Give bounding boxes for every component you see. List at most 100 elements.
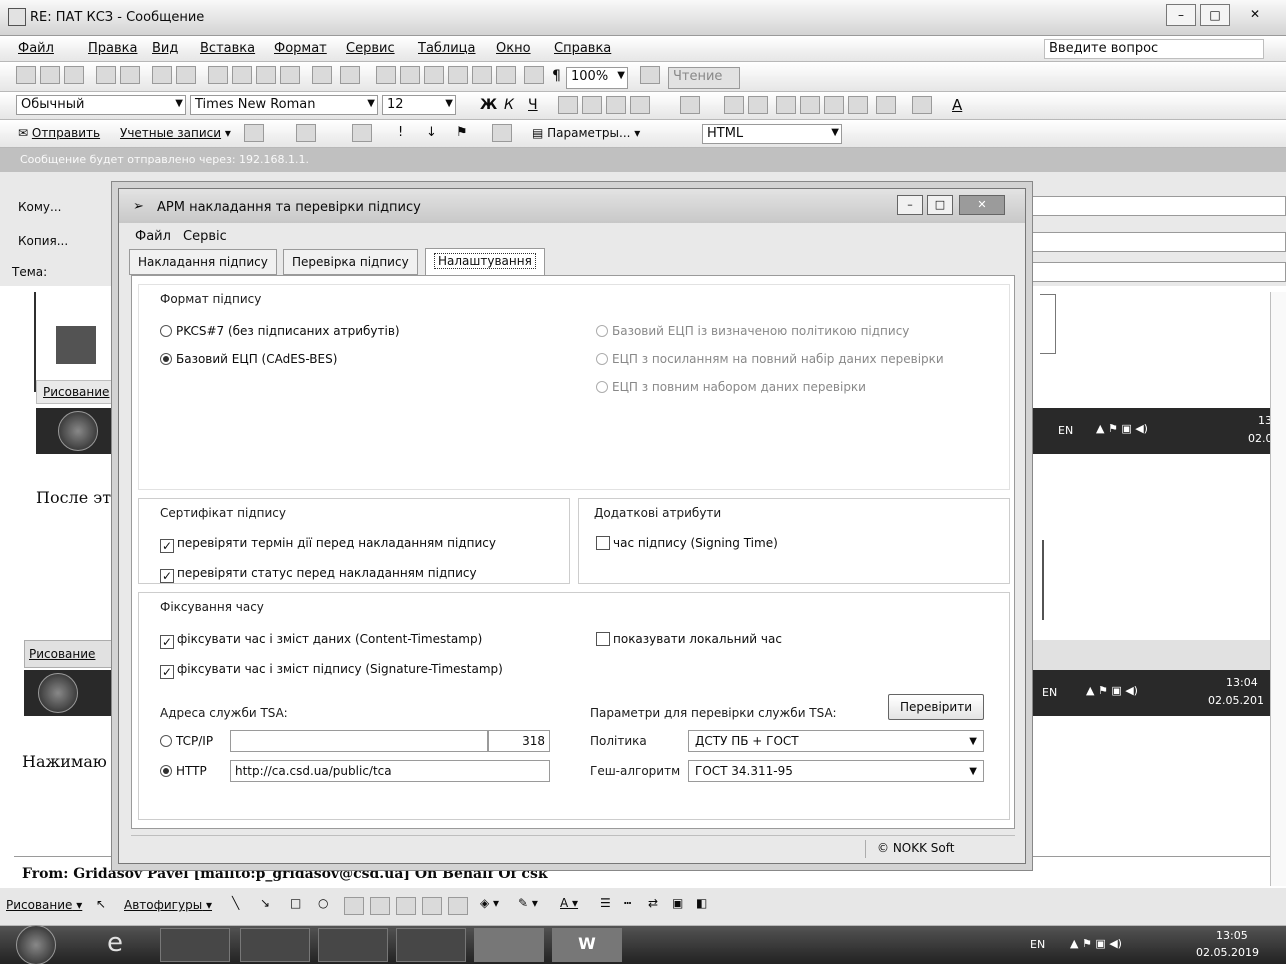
radio-tcpip[interactable]: TCP/IP — [160, 734, 213, 748]
paint-icon[interactable] — [396, 928, 466, 962]
start-button[interactable] — [16, 925, 56, 964]
justify-icon[interactable] — [630, 96, 650, 114]
line-icon[interactable]: ╲ — [232, 896, 239, 910]
flag-icon[interactable]: ⚑ — [456, 125, 468, 140]
highlight-icon[interactable] — [912, 96, 932, 114]
drawing-menu[interactable]: Рисование ▾ — [6, 898, 82, 912]
menu-table[interactable]: Таблица — [418, 41, 476, 56]
tab-apply-signature[interactable]: Накладання підпису — [129, 249, 277, 275]
autoshapes-menu[interactable]: Автофигуры ▾ — [124, 898, 212, 912]
radio-ref-full-data[interactable]: ЕЦП з посиланням на повний набір даних п… — [596, 352, 944, 366]
save-icon[interactable] — [64, 66, 84, 84]
signing-time-checkbox[interactable]: час підпису (Signing Time) — [596, 536, 778, 550]
minimize-button[interactable]: – — [1166, 4, 1196, 26]
radio-full-data[interactable]: ЕЦП з повним набором даних перевірки — [596, 380, 866, 394]
explorer-icon[interactable] — [160, 928, 230, 962]
copy-icon[interactable] — [232, 66, 252, 84]
message-format-select[interactable]: HTML ▼ — [702, 124, 842, 144]
address-book-icon[interactable] — [296, 124, 316, 142]
dash-style-icon[interactable]: ┅ — [624, 896, 631, 910]
line-spacing-icon[interactable] — [680, 96, 700, 114]
vertical-scrollbar[interactable] — [1270, 292, 1286, 886]
send-button[interactable]: ✉ Отправить — [18, 126, 100, 140]
radio-pkcs7[interactable]: PKCS#7 (без підписаних атрибутів) — [160, 324, 400, 338]
paste-icon[interactable] — [256, 66, 276, 84]
menu-edit[interactable]: Правка — [88, 41, 137, 56]
bold-button[interactable]: Ж — [480, 97, 497, 113]
diagram-icon[interactable] — [396, 897, 416, 915]
dialog-maximize-button[interactable]: □ — [927, 195, 953, 215]
align-center-icon[interactable] — [582, 96, 602, 114]
media-player-icon[interactable] — [240, 928, 310, 962]
http-url-input[interactable]: http://ca.csd.ua/public/tca — [230, 760, 550, 782]
cc-field[interactable] — [1030, 232, 1286, 252]
pilcrow-icon[interactable]: ¶ — [552, 68, 561, 84]
align-right-icon[interactable] — [606, 96, 626, 114]
spelling-icon[interactable] — [152, 66, 172, 84]
line-style-icon[interactable]: ☰ — [600, 896, 611, 910]
importance-high-icon[interactable]: ! — [398, 125, 403, 140]
font-size-select[interactable]: 12 ▼ — [382, 95, 456, 115]
rectangle-icon[interactable]: □ — [290, 896, 301, 910]
radio-cades-bes[interactable]: Базовий ЕЦП (CAdES-BES) — [160, 352, 337, 366]
preview-icon[interactable] — [120, 66, 140, 84]
to-button[interactable]: Кому... — [18, 200, 61, 214]
signature-timestamp-checkbox[interactable]: ✓ фіксувати час і зміст підпису (Signatur… — [160, 662, 503, 679]
ie-icon[interactable]: e — [80, 928, 150, 962]
excel-icon[interactable] — [448, 66, 468, 84]
menu-help[interactable]: Справка — [554, 41, 611, 56]
policy-select[interactable]: ДСТУ ПБ + ГОСТ ▼ — [688, 730, 984, 752]
undo-icon[interactable] — [312, 66, 332, 84]
doc-map-icon[interactable] — [524, 66, 544, 84]
check-names-icon[interactable] — [352, 124, 372, 142]
font-select[interactable]: Times New Roman ▼ — [190, 95, 378, 115]
reading-button[interactable]: Чтение — [668, 67, 740, 89]
rtl-icon[interactable] — [748, 96, 768, 114]
arrow-icon[interactable]: ↘ — [260, 896, 270, 910]
subject-field[interactable] — [1030, 262, 1286, 282]
options-button[interactable]: ▤ Параметры... ▾ — [532, 126, 640, 140]
chrome-icon[interactable] — [318, 928, 388, 962]
style-select[interactable]: Обычный ▼ — [16, 95, 186, 115]
wordart-icon[interactable] — [370, 897, 390, 915]
help-icon[interactable] — [640, 66, 660, 84]
format-painter-icon[interactable] — [280, 66, 300, 84]
drawing-icon[interactable] — [496, 66, 516, 84]
fill-color-icon[interactable]: ◈ ▾ — [480, 896, 499, 910]
dialog-menu-service[interactable]: Сервіс — [183, 229, 227, 244]
attach-icon[interactable] — [244, 124, 264, 142]
cut-icon[interactable] — [208, 66, 228, 84]
research-icon[interactable] — [176, 66, 196, 84]
font-color-icon[interactable]: A — [952, 96, 962, 114]
permissions-icon[interactable] — [492, 124, 512, 142]
redo-icon[interactable] — [340, 66, 360, 84]
cc-button[interactable]: Копия... — [18, 234, 68, 248]
arrow-style-icon[interactable]: ⇄ — [648, 896, 658, 910]
textbox-icon[interactable] — [344, 897, 364, 915]
italic-button[interactable]: К — [504, 97, 514, 113]
new-icon[interactable] — [16, 66, 36, 84]
decrease-indent-icon[interactable] — [824, 96, 844, 114]
print-icon[interactable] — [96, 66, 116, 84]
dialog-minimize-button[interactable]: – — [897, 195, 923, 215]
underline-button[interactable]: Ч — [528, 97, 538, 113]
dialog-menu-file[interactable]: Файл — [135, 229, 171, 244]
menu-format[interactable]: Формат — [274, 41, 327, 56]
content-timestamp-checkbox[interactable]: ✓ фіксувати час і зміст даних (Content-Ti… — [160, 632, 482, 649]
close-icon[interactable]: ✕ — [1240, 4, 1270, 26]
tab-verify-signature[interactable]: Перевірка підпису — [283, 249, 418, 275]
tables-icon[interactable] — [400, 66, 420, 84]
signing-app-taskbar-icon[interactable] — [474, 928, 544, 962]
help-search-input[interactable]: Введите вопрос — [1044, 39, 1264, 59]
select-pointer-icon[interactable]: ↖ — [96, 897, 106, 911]
draw-font-color-icon[interactable]: A ▾ — [560, 896, 578, 910]
menu-file[interactable]: Файл — [18, 41, 54, 56]
tray-icons-main[interactable]: ▲ ⚑ ▣ ◀) — [1070, 937, 1122, 950]
line-color-icon[interactable]: ✎ ▾ — [518, 896, 538, 910]
borders-icon[interactable] — [876, 96, 896, 114]
tab-settings[interactable]: Налаштування — [425, 248, 545, 276]
tcpip-port-input[interactable]: 318 — [488, 730, 550, 752]
clipart-icon[interactable] — [422, 897, 442, 915]
to-field[interactable] — [1030, 196, 1286, 216]
oval-icon[interactable]: ○ — [318, 896, 328, 910]
